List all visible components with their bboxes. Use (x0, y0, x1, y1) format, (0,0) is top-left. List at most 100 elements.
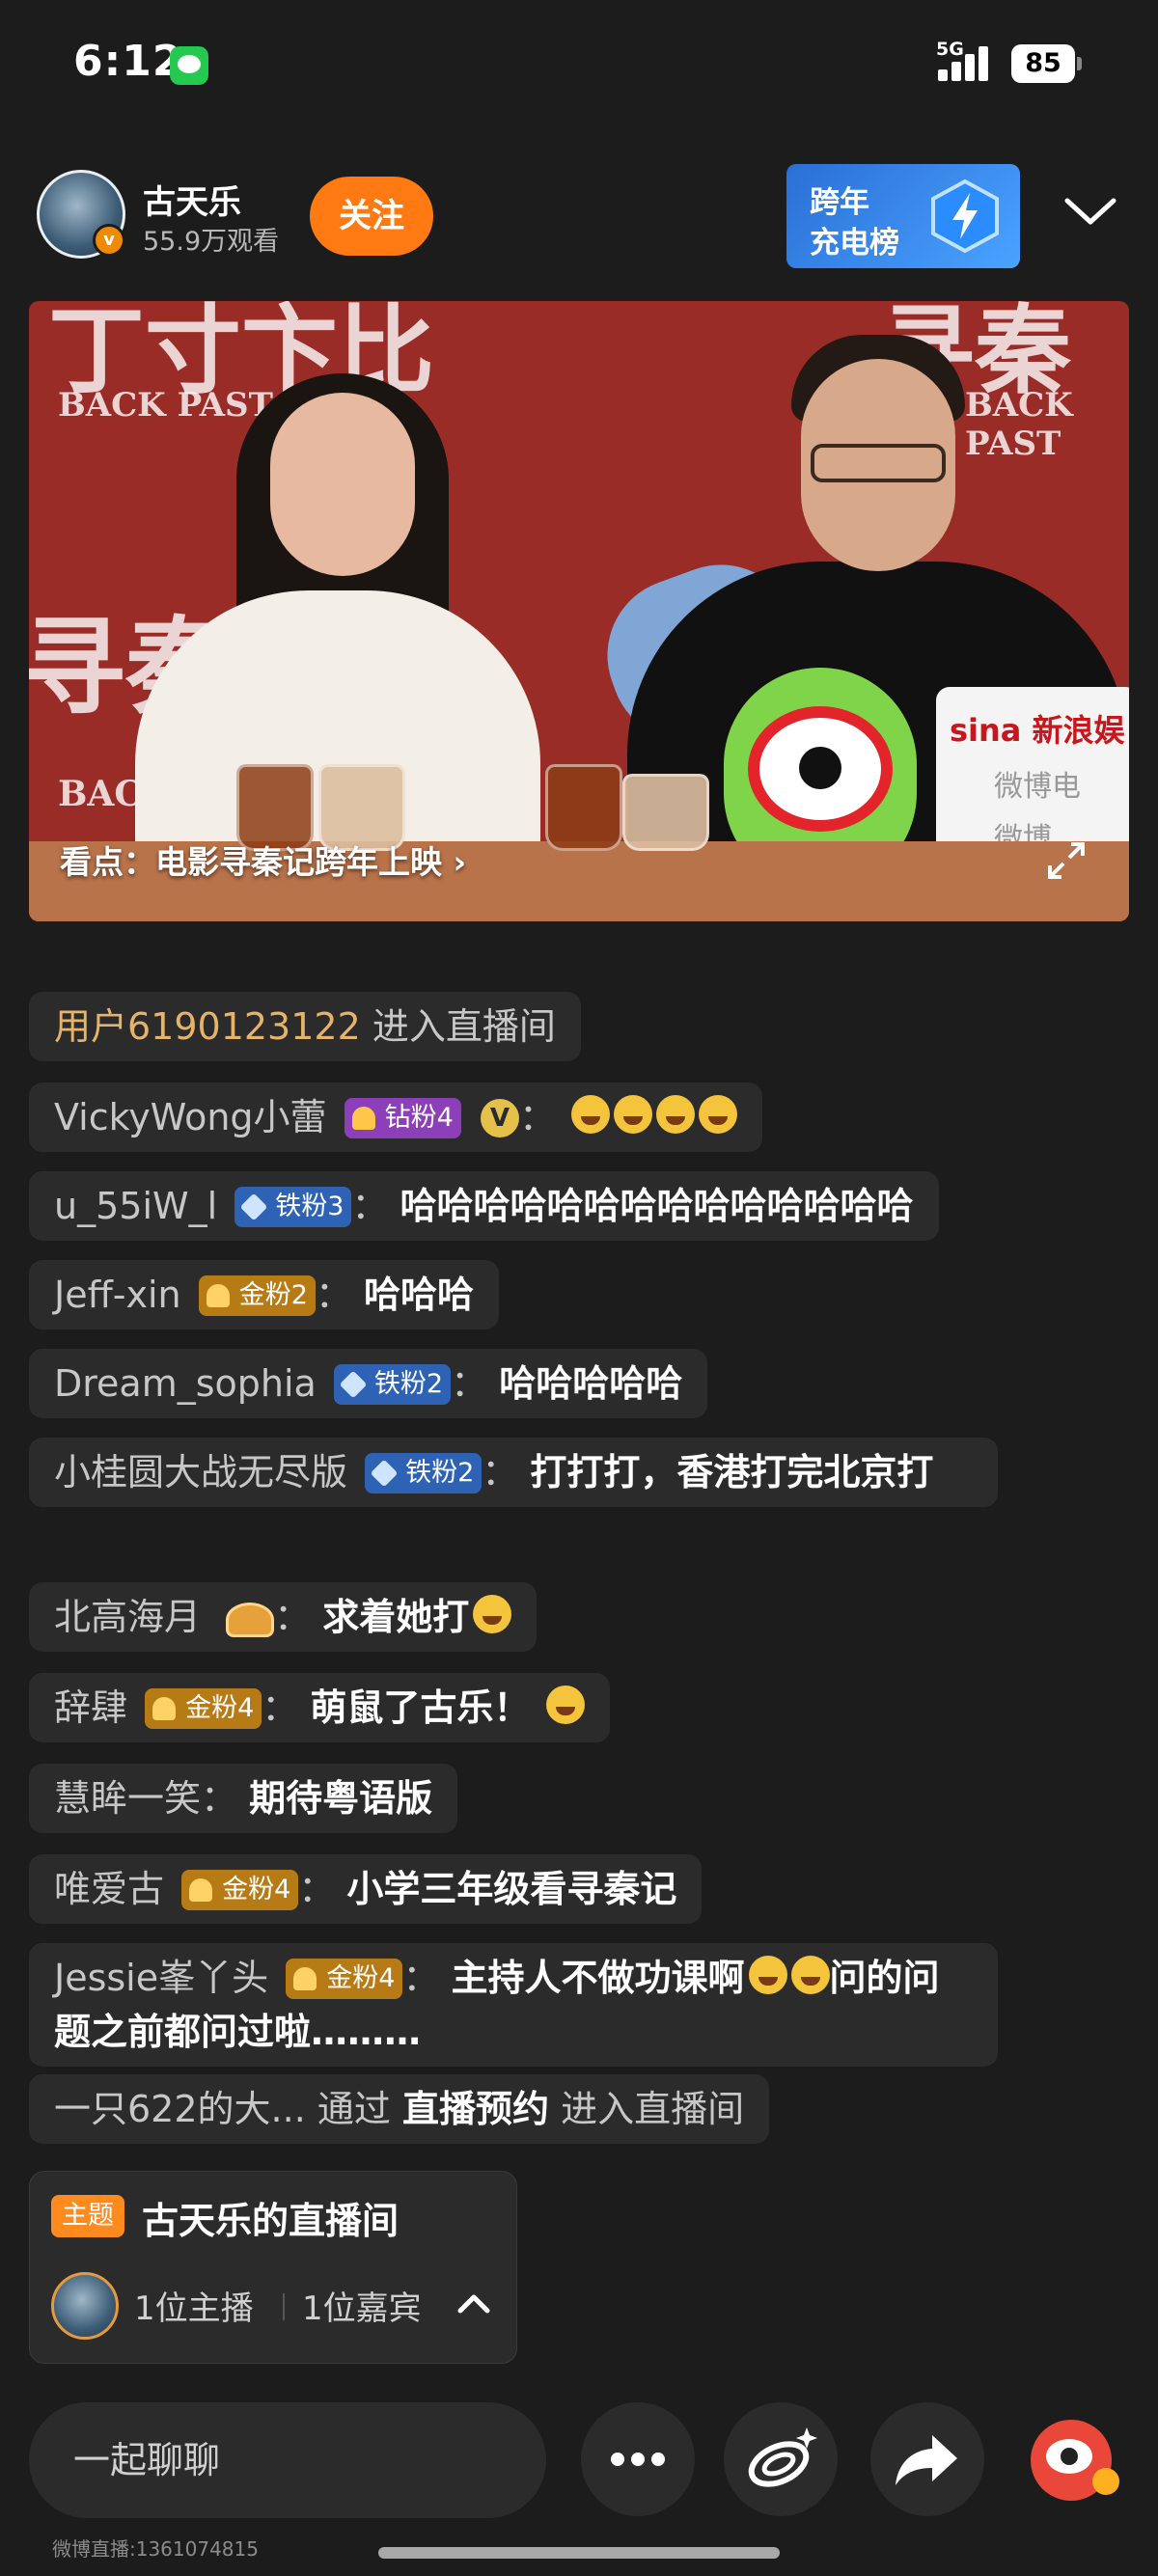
colon: ： (201, 1777, 238, 1820)
clock: 6:12 (73, 37, 183, 86)
more-dots-icon (611, 2453, 665, 2466)
colon: ： (274, 1596, 312, 1638)
chevron-up-icon[interactable] (455, 2284, 493, 2322)
chat-username[interactable]: Jessie峯丫头 (54, 1957, 268, 1999)
emoji-icon (699, 1095, 738, 1134)
rank-line2: 充电榜 (810, 226, 899, 260)
chat-message: Jessie峯丫头 金粉4： 主持人不做功课啊 问的问题之前都问过啦……… (29, 1943, 998, 2067)
enter-via: 通过 (317, 2088, 391, 2130)
chat-message: 北高海月 ： 求着她打 (29, 1582, 538, 1652)
emoji-icon (748, 1956, 787, 1994)
chat-message: 慧眸一笑： 期待粤语版 (29, 1764, 458, 1833)
drink-cup (545, 764, 622, 851)
chat-username[interactable]: 小桂圆大战无尽版 (54, 1451, 347, 1494)
enter-notice: 用户6190123122 进入直播间 (29, 992, 581, 1061)
host-count: 1位主播 (134, 2289, 254, 2328)
fullscreen-icon[interactable] (1042, 836, 1090, 885)
emoji-icon (545, 1685, 585, 1724)
chat-text: 萌鼠了古乐！ (310, 1686, 531, 1729)
room-title: 古天乐的直播间 (142, 2200, 400, 2242)
interaction-button[interactable] (724, 2402, 838, 2516)
chat-text: 求着她打 (322, 1596, 470, 1638)
chat-message: VickyWong小蕾 钻粉4 V： (29, 1082, 763, 1152)
chat-message: 唯爱古 金粉4： 小学三年级看寻秦记 (29, 1854, 703, 1924)
colon: ： (298, 1868, 336, 1910)
chevron-down-icon[interactable] (1063, 193, 1117, 232)
colon: ： (351, 1185, 389, 1227)
colon: ： (262, 1686, 299, 1729)
chat-text: 哈哈哈 (364, 1274, 475, 1316)
chat-text: 主持人不做功课啊 (451, 1957, 745, 1999)
colon: ： (315, 1274, 352, 1316)
home-indicator[interactable] (378, 2547, 780, 2559)
colon: ： (482, 1451, 519, 1494)
chat-username[interactable]: 辞肆 (54, 1686, 127, 1729)
video-headline-link[interactable]: 看点：电影寻秦记跨年上映 › (60, 836, 466, 883)
chat-message: Dream_sophia 铁粉2： 哈哈哈哈哈 (29, 1349, 708, 1418)
fan-badge: 金粉4 (145, 1688, 262, 1729)
fan-badge: 铁粉2 (333, 1364, 452, 1405)
emoji-icon (614, 1095, 653, 1134)
mascot-pupil (799, 747, 841, 789)
chat-username[interactable]: 北高海月 (54, 1596, 201, 1638)
weibo-like-button[interactable] (1019, 2402, 1133, 2516)
emoji-icon (656, 1095, 696, 1134)
chat-username[interactable]: Dream_sophia (54, 1362, 317, 1405)
host-info[interactable]: v 古天乐 55.9万观看 关注 (37, 170, 444, 260)
more-button[interactable] (581, 2402, 695, 2516)
enter-user[interactable]: 一只622的大... (54, 2088, 306, 2130)
chat-text: 期待粤语版 (249, 1777, 433, 1820)
share-arrow-icon (896, 2435, 957, 2485)
enter-user[interactable]: 用户6190123122 (54, 1005, 361, 1048)
sign-text: 微博电 (994, 770, 1081, 804)
stream-id: 微博直播:1361074815 (52, 2537, 259, 2561)
viewer-count: 55.9万观看 (143, 227, 280, 257)
chat-username[interactable]: VickyWong小蕾 (54, 1096, 327, 1138)
colon: ： (451, 1362, 488, 1405)
sign-text: sina 新浪娱 (950, 712, 1125, 749)
fan-badge: 金粉2 (198, 1275, 316, 1316)
fan-badge: 金粉4 (181, 1870, 299, 1910)
live-room-card[interactable]: 主题 古天乐的直播间 1位主播 1位嘉宾 (29, 2171, 517, 2364)
vip-v-icon: V (480, 1099, 519, 1137)
enter-text: 进入直播间 (372, 1005, 556, 1048)
live-video[interactable]: 丁寸卞比 寻秦 BACK PAST BACK PAST 寻秦 BACK sina… (29, 301, 1129, 921)
chat-username[interactable]: 慧眸一笑 (54, 1777, 201, 1820)
enter-source: 直播预约 (401, 2088, 549, 2130)
chat-message: 辞肆 金粉4： 萌鼠了古乐！ (29, 1673, 610, 1742)
fan-badge: 钻粉4 (344, 1098, 461, 1138)
fan-badge: 金粉4 (286, 1959, 403, 1999)
chat-message: 小桂圆大战无尽版 铁粉2： 打打打，香港打完北京打 (29, 1438, 998, 1507)
enter-text: 进入直播间 (561, 2088, 745, 2130)
video-bg-text: BACK PAST (965, 386, 1073, 463)
chat-text: 打打打，香港打完北京打 (530, 1451, 934, 1494)
chat-text: 小学三年级看寻秦记 (346, 1868, 677, 1910)
fan-badge: 铁粉2 (365, 1453, 482, 1494)
status-bar: 6:12 5G 85 (0, 0, 1158, 130)
chat-username[interactable]: u_55iW_l (54, 1185, 217, 1227)
emoji-icon (571, 1095, 611, 1134)
chat-text: 哈哈哈哈哈哈哈哈哈哈哈哈哈哈 (400, 1185, 914, 1227)
guest-count: 1位嘉宾 (302, 2289, 422, 2328)
room-host-avatar[interactable] (51, 2272, 119, 2340)
chat-message: u_55iW_l 铁粉3： 哈哈哈哈哈哈哈哈哈哈哈哈哈哈 (29, 1171, 939, 1241)
battery-icon: 85 (1011, 44, 1082, 83)
follow-button[interactable]: 关注 (310, 177, 433, 256)
video-bg-text: BACK PAST (58, 386, 273, 425)
weibo-mascot-icon (1031, 2420, 1119, 2501)
sparkle-swirl-icon (748, 2427, 817, 2487)
message-app-icon (170, 46, 208, 85)
chat-input[interactable]: 一起聊聊 (29, 2402, 546, 2518)
glasses-shape (811, 444, 946, 482)
chat-username[interactable]: 唯爱古 (54, 1868, 164, 1910)
share-button[interactable] (870, 2402, 984, 2516)
emoji-icon (790, 1956, 830, 1994)
host-name[interactable]: 古天乐 (143, 176, 241, 223)
rank-line1: 跨年 (810, 185, 869, 220)
new-year-charge-rank[interactable]: 跨年 充电榜 (786, 164, 1020, 268)
emoji-icon (473, 1595, 512, 1633)
chat-username[interactable]: Jeff-xin (54, 1274, 181, 1316)
verified-badge-icon: v (93, 224, 125, 257)
lightning-badge-icon (931, 179, 999, 253)
drink-cup (622, 774, 709, 851)
